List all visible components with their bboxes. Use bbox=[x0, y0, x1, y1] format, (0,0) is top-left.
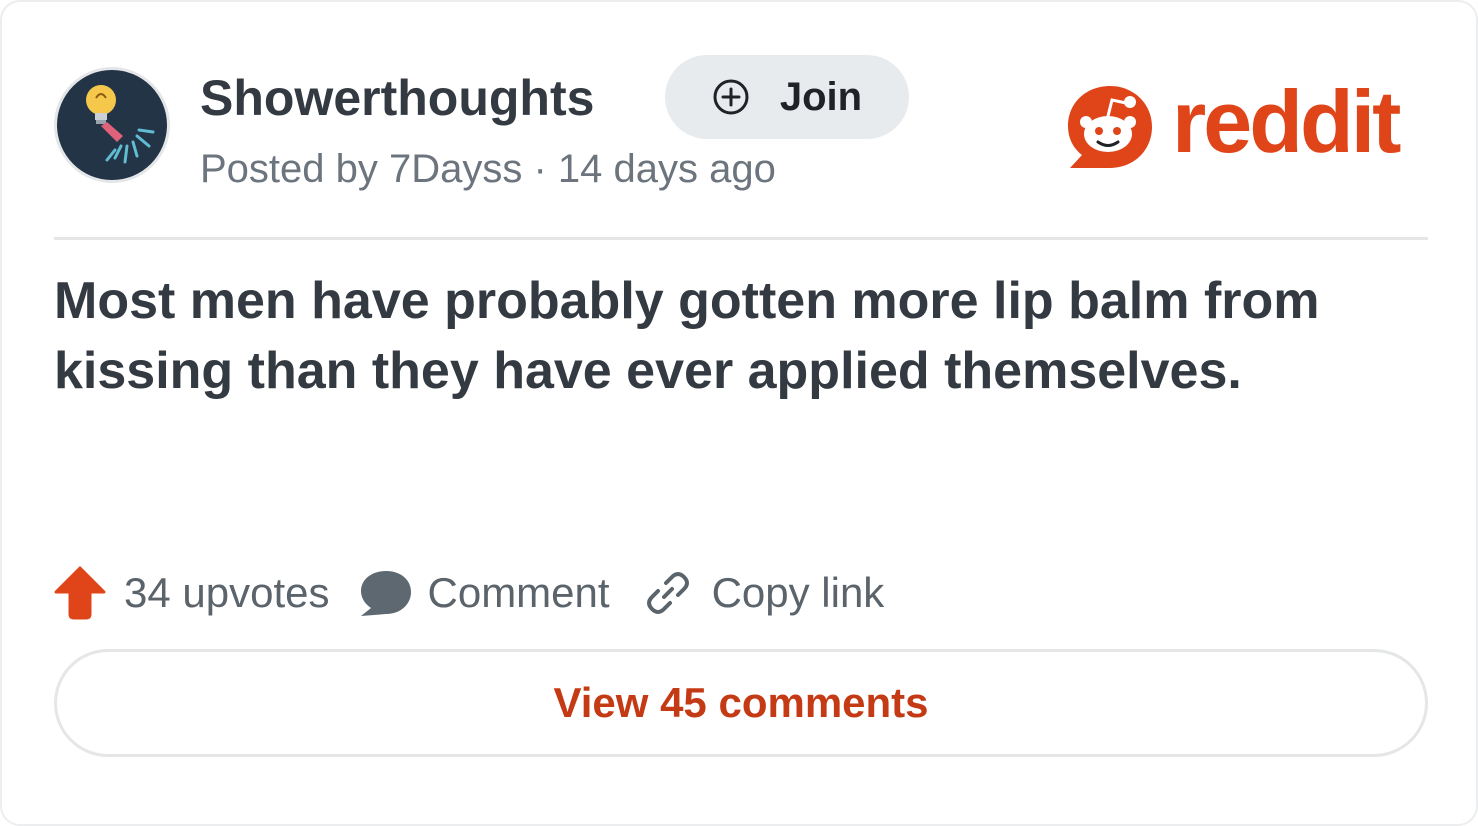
copy-link-button[interactable]: Copy link bbox=[644, 569, 885, 617]
upvote-count: 34 upvotes bbox=[124, 569, 330, 616]
speech-bubble-icon bbox=[360, 571, 411, 616]
subreddit-avatar[interactable] bbox=[54, 67, 170, 183]
view-comments-label: View 45 comments bbox=[553, 679, 929, 726]
upvote-button[interactable]: 34 upvotes bbox=[54, 566, 330, 620]
post-title[interactable]: Most men have probably gotten more lip b… bbox=[54, 266, 1414, 406]
reddit-wordmark: reddit bbox=[1172, 72, 1401, 171]
plus-circle-icon bbox=[713, 79, 749, 115]
post-card: Showerthoughts Join Posted by 7Dayss · 1… bbox=[0, 0, 1478, 826]
link-icon bbox=[646, 572, 689, 614]
view-comments-button[interactable]: View 45 comments bbox=[54, 649, 1428, 757]
post-actions: 34 upvotes Comment Copy link bbox=[54, 562, 884, 624]
upvote-arrow-icon bbox=[54, 566, 106, 620]
comment-label: Comment bbox=[427, 569, 610, 616]
join-button[interactable]: Join bbox=[665, 55, 909, 139]
post-meta: Posted by 7Dayss · 14 days ago bbox=[200, 147, 776, 191]
comment-button[interactable]: Comment bbox=[358, 568, 610, 618]
reddit-logo[interactable]: reddit bbox=[1064, 74, 1432, 172]
subreddit-name[interactable]: Showerthoughts bbox=[200, 68, 594, 128]
copy-link-label: Copy link bbox=[711, 569, 885, 616]
lightbulb-shower-head-icon bbox=[57, 70, 167, 180]
reddit-snoo-icon bbox=[1068, 86, 1152, 168]
header-divider bbox=[54, 237, 1428, 240]
join-label: Join bbox=[779, 74, 863, 119]
